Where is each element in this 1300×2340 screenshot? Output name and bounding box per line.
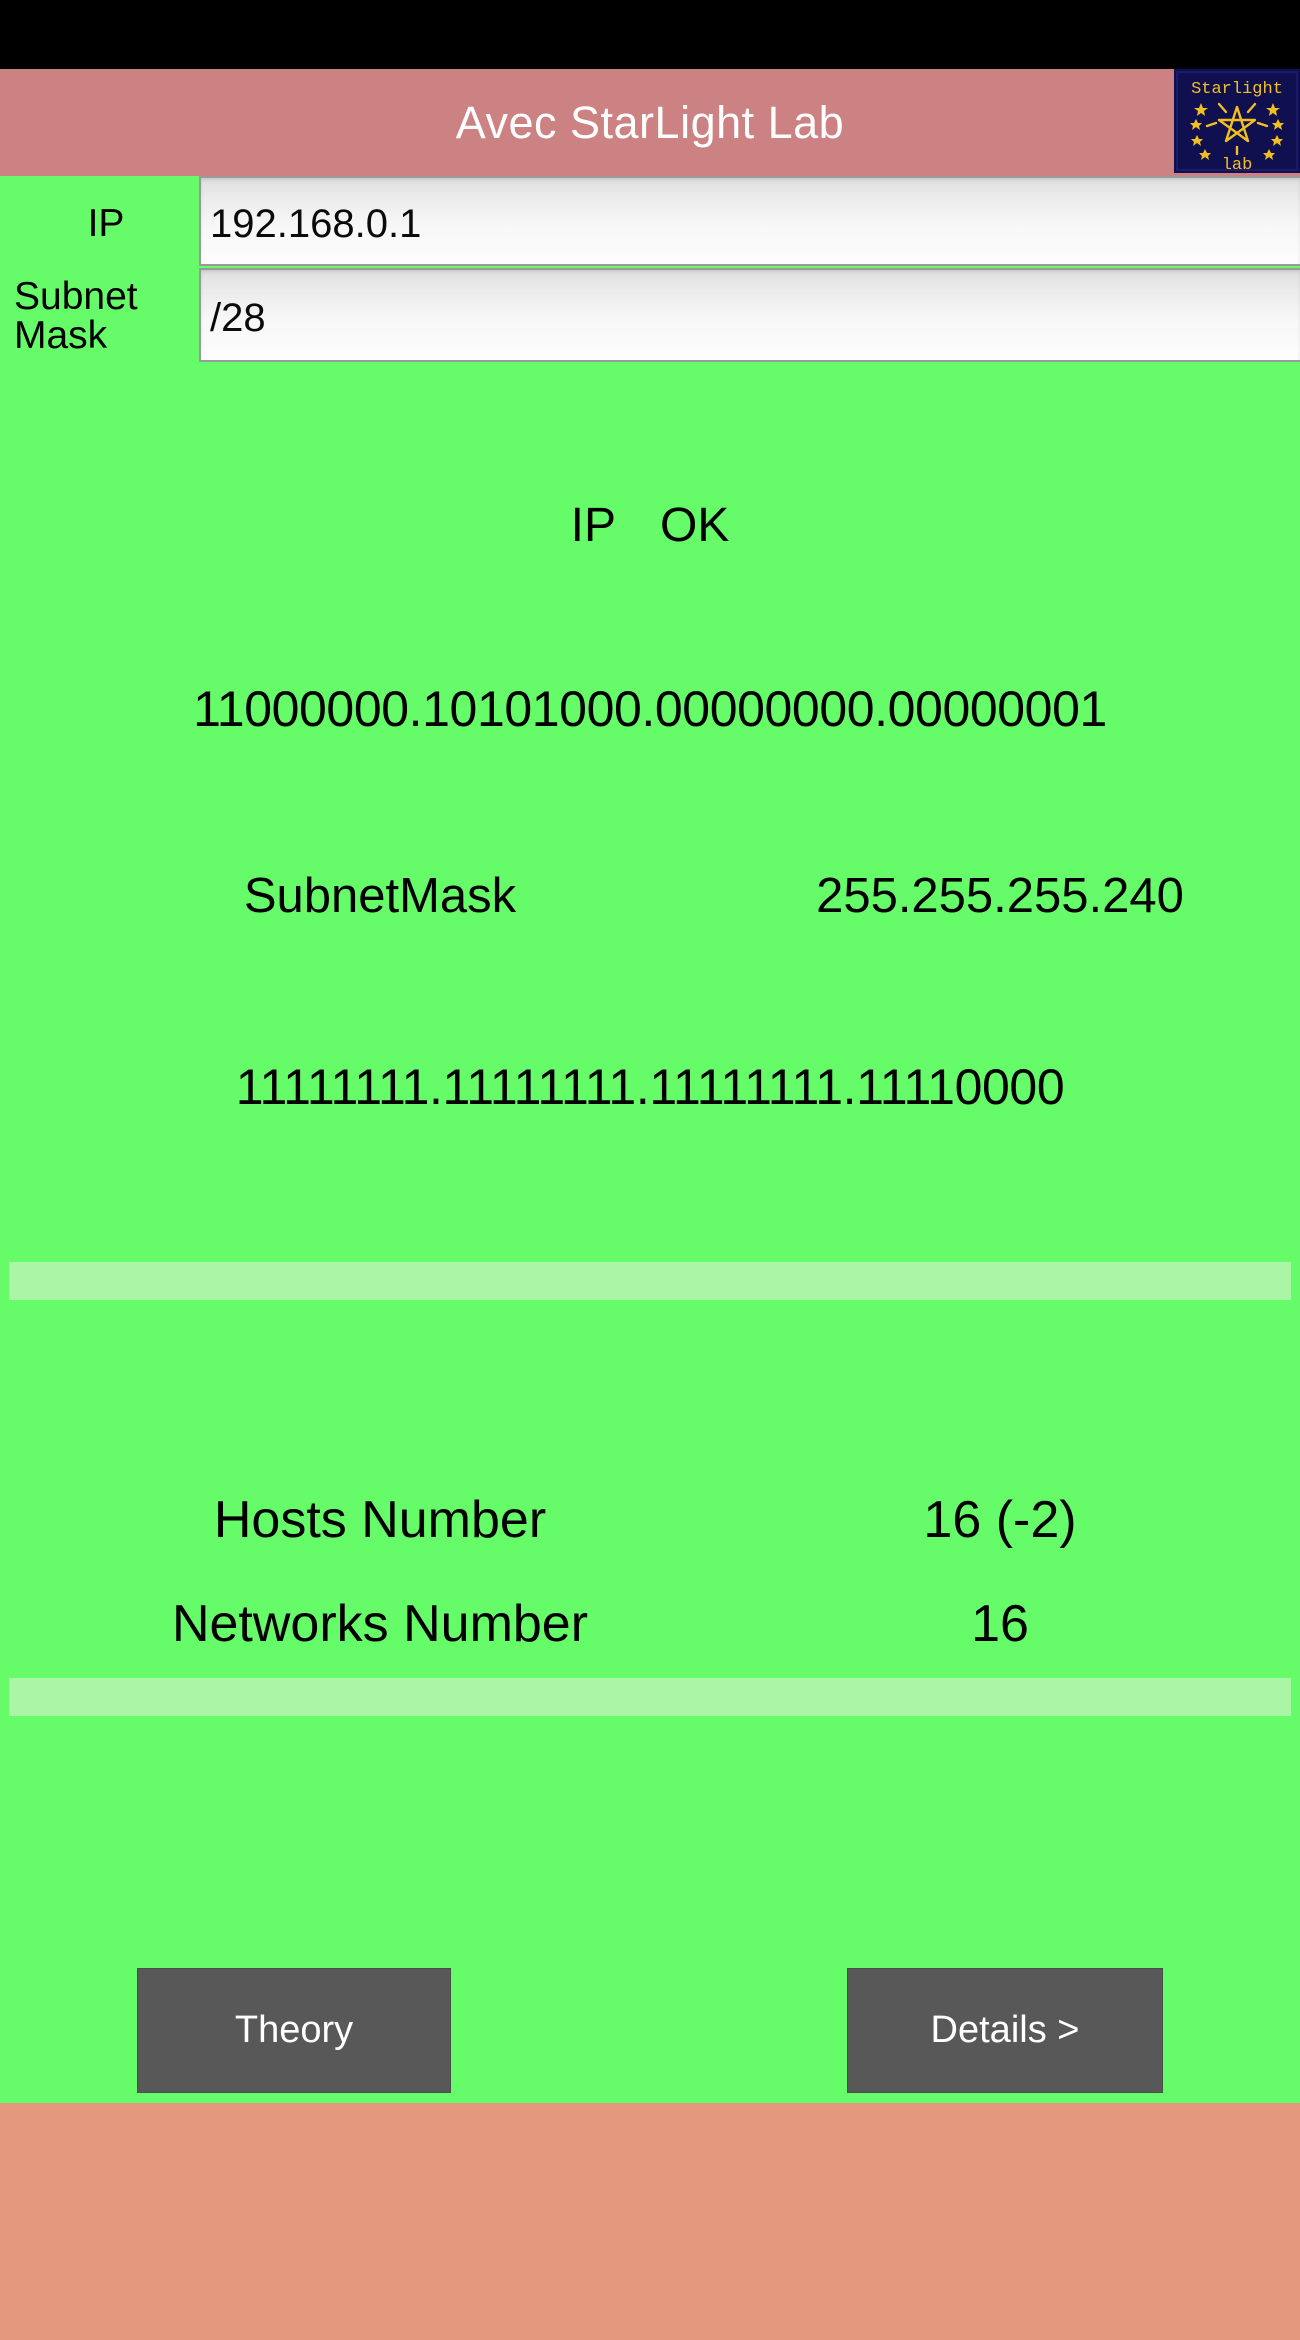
ip-status-label: IP [570, 499, 616, 552]
hosts-number-value: 16 (-2) [923, 1491, 1077, 1549]
subnetmask-value: 255.255.255.240 [816, 869, 1184, 923]
subnet-mask-label-line2: Mask [14, 314, 108, 357]
app-root: Avec StarLight Lab Starlight lab IP 192.… [0, 0, 1300, 2340]
svg-text:lab: lab [1222, 156, 1253, 173]
status-bar [0, 0, 1300, 69]
ip-field-row: IP [0, 176, 1300, 268]
networks-number-row: Networks Number 16 [0, 1594, 1300, 1656]
details-button[interactable]: Details > [847, 1968, 1163, 2093]
subnetmask-label: SubnetMask [243, 869, 517, 923]
ip-binary-text: 11000000.10101000.00000000.00000001 [193, 681, 1107, 737]
divider-bottom [9, 1678, 1291, 1716]
divider-top [9, 1262, 1291, 1300]
hosts-number-label: Hosts Number [213, 1491, 547, 1549]
theory-button[interactable]: Theory [137, 1968, 451, 2093]
main-content [0, 176, 1300, 2103]
subnet-mask-input[interactable] [199, 268, 1300, 362]
ip-status-value: OK [660, 499, 730, 552]
bottom-nav-bar [0, 2103, 1300, 2340]
app-title: Avec StarLight Lab [455, 97, 845, 148]
title-bar: Avec StarLight Lab [0, 69, 1300, 176]
subnet-mask-field-row: Subnet Mask [0, 268, 1300, 362]
ip-status-row: IP OK [0, 498, 1300, 553]
svg-text:Starlight: Starlight [1191, 80, 1283, 99]
ip-input[interactable] [199, 176, 1300, 266]
networks-number-label: Networks Number [171, 1595, 589, 1653]
ip-label: IP [87, 202, 125, 245]
star-logo-icon[interactable]: Starlight lab [1174, 69, 1300, 173]
subnetmask-row: SubnetMask 255.255.255.240 [0, 868, 1300, 930]
subnetmask-binary-text: 11111111.11111111.11111111.11110000 [235, 1059, 1065, 1115]
hosts-number-row: Hosts Number 16 (-2) [0, 1490, 1300, 1552]
networks-number-value: 16 [971, 1595, 1029, 1653]
